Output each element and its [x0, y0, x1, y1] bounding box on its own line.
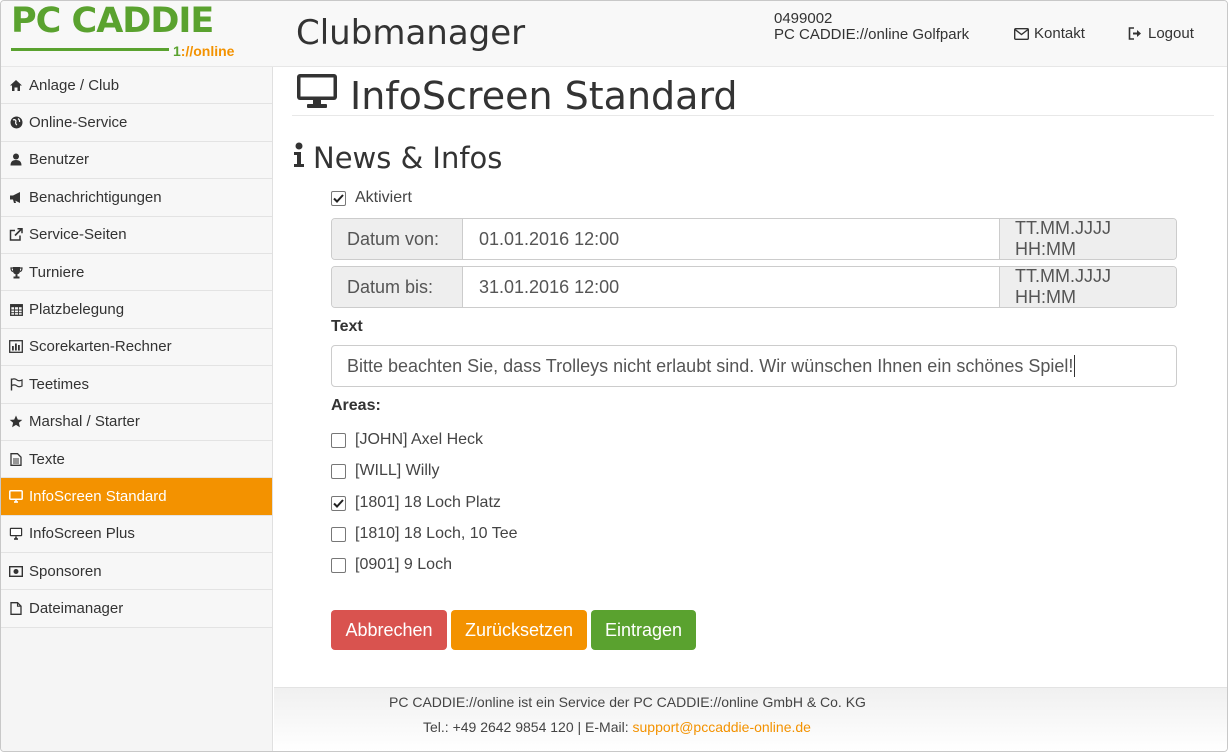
- area-checkbox[interactable]: [331, 463, 346, 479]
- bullhorn-icon: [9, 190, 23, 204]
- club-number: 0499002: [774, 10, 833, 27]
- globe-icon: [9, 116, 23, 130]
- pc-caddie-logo[interactable]: PC CADDIE 1://online: [11, 1, 235, 63]
- flag-icon: [9, 377, 23, 391]
- sidebar-item-teetimes[interactable]: Teetimes: [1, 366, 272, 404]
- area-checkbox[interactable]: [331, 495, 346, 511]
- sidebar-item-turniere[interactable]: Turniere: [1, 253, 272, 292]
- home-icon: [9, 78, 23, 92]
- section-title-text: News & Infos: [313, 141, 503, 175]
- date-to-format-hint: TT.MM.JJJJ HH:MM: [999, 267, 1176, 307]
- monitor-icon: [9, 489, 23, 503]
- trophy-icon: [9, 265, 23, 279]
- page-title: InfoScreen Standard: [296, 73, 738, 118]
- area-label: [WILL] Willy: [355, 462, 440, 479]
- area-checkbox[interactable]: [331, 432, 346, 448]
- calendar-icon: [9, 303, 23, 317]
- footer-service-text: PC CADDIE://online ist ein Service der P…: [389, 694, 866, 710]
- areas-label: Areas:: [331, 397, 381, 414]
- date-to-input[interactable]: 31.01.2016 12:00: [463, 267, 999, 307]
- page-title-text: InfoScreen Standard: [350, 73, 738, 118]
- club-info: 0499002 PC CADDIE://online Golfpark: [774, 11, 969, 43]
- sidebar-item-anlage-club[interactable]: Anlage / Club: [1, 67, 272, 105]
- sidebar-nav: Anlage / Club Online-Service Benutzer Be…: [1, 67, 273, 751]
- logo-subtitle: 1://online: [173, 43, 235, 59]
- area-option[interactable]: [WILL] Willy: [331, 462, 439, 480]
- footer: PC CADDIE://online ist ein Service der P…: [274, 687, 1227, 751]
- date-from-label: Datum von:: [332, 219, 463, 259]
- area-option[interactable]: [1810] 18 Loch, 10 Tee: [331, 525, 518, 543]
- sidebar-item-infoscreen-standard[interactable]: InfoScreen Standard: [1, 478, 272, 516]
- section-title: News & Infos: [293, 141, 502, 175]
- submit-button[interactable]: Eintragen: [591, 610, 696, 650]
- title-divider: [292, 115, 1214, 116]
- club-name: PC CADDIE://online Golfpark: [774, 26, 970, 43]
- text-cursor: [1074, 355, 1076, 377]
- date-to-group: Datum bis: 31.01.2016 12:00 TT.MM.JJJJ H…: [331, 266, 1177, 308]
- sign-out-icon: [1128, 27, 1143, 40]
- date-from-format-hint: TT.MM.JJJJ HH:MM: [999, 219, 1176, 259]
- logo-brand: PC CADDIE: [11, 1, 214, 41]
- area-checkbox[interactable]: [331, 557, 346, 573]
- footer-contact-text: Tel.: +49 2642 9854 120 | E-Mail: suppor…: [423, 719, 811, 735]
- date-from-group: Datum von: 01.01.2016 12:00 TT.MM.JJJJ H…: [331, 218, 1177, 260]
- info-icon: [293, 141, 305, 175]
- activated-checkbox-row[interactable]: Aktiviert: [331, 189, 412, 207]
- file-icon: [9, 602, 23, 616]
- date-to-label: Datum bis:: [332, 267, 463, 307]
- sidebar-item-dateimanager[interactable]: Dateimanager: [1, 590, 272, 628]
- area-label: [1810] 18 Loch, 10 Tee: [355, 525, 518, 542]
- text-input-value: Bitte beachten Sie, dass Trolleys nicht …: [347, 355, 1074, 376]
- user-icon: [9, 153, 23, 167]
- document-icon: [9, 452, 23, 466]
- activated-checkbox[interactable]: [331, 190, 346, 206]
- bar-chart-icon: [9, 340, 23, 354]
- sidebar-item-platzbelegung[interactable]: Platzbelegung: [1, 291, 272, 329]
- area-option[interactable]: [0901] 9 Loch: [331, 556, 452, 574]
- sidebar-item-sponsoren[interactable]: Sponsoren: [1, 553, 272, 591]
- sidebar-item-scorekarten-rechner[interactable]: Scorekarten-Rechner: [1, 328, 272, 367]
- area-label: [JOHN] Axel Heck: [355, 431, 484, 448]
- star-icon: [9, 415, 23, 429]
- area-label: [1801] 18 Loch Platz: [355, 494, 501, 511]
- sidebar-item-marshal-starter[interactable]: Marshal / Starter: [1, 403, 272, 441]
- area-checkbox[interactable]: [331, 526, 346, 542]
- app-title: Clubmanager: [296, 13, 526, 53]
- main-content: InfoScreen Standard News & Infos Aktivie…: [274, 67, 1227, 687]
- envelope-icon: [1014, 27, 1029, 40]
- sidebar-item-service-seiten[interactable]: Service-Seiten: [1, 216, 272, 254]
- contact-link[interactable]: Kontakt: [1014, 25, 1085, 42]
- date-from-input[interactable]: 01.01.2016 12:00: [463, 219, 999, 259]
- logo-underline: [11, 48, 169, 51]
- sidebar-item-infoscreen-plus[interactable]: InfoScreen Plus: [1, 515, 272, 554]
- sidebar-item-benachrichtigungen[interactable]: Benachrichtigungen: [1, 179, 272, 217]
- sidebar-item-benutzer[interactable]: Benutzer: [1, 141, 272, 180]
- text-input[interactable]: Bitte beachten Sie, dass Trolleys nicht …: [331, 345, 1177, 387]
- text-label: Text: [331, 318, 363, 335]
- monitor-icon: [296, 73, 338, 118]
- area-option[interactable]: [JOHN] Axel Heck: [331, 431, 483, 449]
- app-window: PC CADDIE 1://online Clubmanager 0499002…: [0, 0, 1228, 752]
- sidebar-item-online-service[interactable]: Online-Service: [1, 104, 272, 142]
- logout-link[interactable]: Logout: [1128, 25, 1194, 42]
- external-link-icon: [9, 228, 23, 242]
- area-label: [0901] 9 Loch: [355, 556, 452, 573]
- monitor-icon: [9, 527, 23, 541]
- money-icon: [9, 564, 23, 578]
- logout-label: Logout: [1148, 25, 1194, 42]
- area-option[interactable]: [1801] 18 Loch Platz: [331, 494, 501, 512]
- support-email-link[interactable]: support@pccaddie-online.de: [633, 719, 811, 735]
- reset-button[interactable]: Zurücksetzen: [451, 610, 587, 650]
- contact-label: Kontakt: [1034, 25, 1085, 42]
- activated-label: Aktiviert: [355, 189, 412, 206]
- cancel-button[interactable]: Abbrechen: [331, 610, 447, 650]
- sidebar-item-texte[interactable]: Texte: [1, 440, 272, 479]
- top-header: PC CADDIE 1://online Clubmanager 0499002…: [1, 1, 1227, 67]
